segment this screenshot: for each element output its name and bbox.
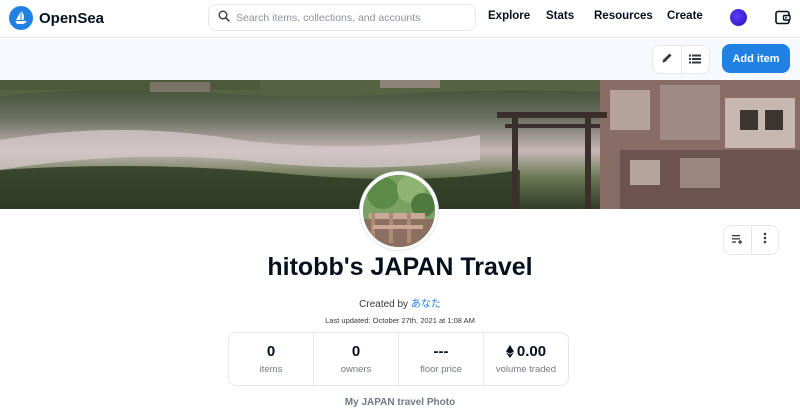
nav-explore[interactable]: Explore bbox=[488, 10, 530, 22]
stat-label: owners bbox=[340, 364, 372, 375]
stat-label: items bbox=[259, 364, 283, 375]
filter-button[interactable] bbox=[724, 226, 751, 254]
stat-floor-price[interactable]: --- floor price bbox=[398, 333, 483, 385]
collection-title: hitobb's JAPAN Travel bbox=[267, 253, 533, 281]
created-by-prefix: Created by bbox=[359, 299, 409, 310]
search-bar[interactable] bbox=[208, 4, 476, 31]
search-icon bbox=[218, 9, 230, 27]
more-vertical-icon bbox=[763, 231, 767, 249]
stat-value: 0 bbox=[351, 343, 361, 360]
stat-volume-traded[interactable]: 0.00 volume traded bbox=[483, 333, 568, 385]
list-icon bbox=[689, 51, 702, 69]
wallet-icon[interactable] bbox=[775, 10, 791, 30]
collection-avatar bbox=[360, 172, 438, 250]
collection-stats: 0 items 0 owners --- floor price 0.00 vo… bbox=[228, 332, 569, 386]
avatar[interactable] bbox=[730, 9, 747, 26]
brand-name: OpenSea bbox=[39, 9, 105, 27]
nav-resources[interactable]: Resources bbox=[594, 10, 653, 22]
stat-value: 0 bbox=[266, 343, 276, 360]
filter-icon bbox=[731, 231, 743, 249]
edit-button[interactable] bbox=[653, 46, 681, 73]
stat-value: --- bbox=[433, 343, 449, 360]
brand-logo[interactable]: OpenSea bbox=[9, 6, 104, 30]
list-view-button[interactable] bbox=[680, 46, 709, 73]
collection-actions bbox=[723, 225, 779, 255]
volume-amount: 0.00 bbox=[516, 343, 547, 360]
pencil-icon bbox=[661, 51, 673, 69]
edit-view-group bbox=[652, 45, 710, 74]
created-by: Created by あなた bbox=[0, 295, 800, 310]
last-updated: Last updated: October 27th, 2021 at 1:08… bbox=[325, 316, 475, 325]
ethereum-icon bbox=[505, 345, 514, 358]
nav-create[interactable]: Create bbox=[667, 10, 703, 22]
nav-stats[interactable]: Stats bbox=[546, 10, 574, 22]
stat-volume-value: 0.00 bbox=[505, 343, 547, 360]
collection-description: My JAPAN travel Photo bbox=[344, 397, 456, 408]
stat-label: volume traded bbox=[495, 364, 557, 375]
stat-label: floor price bbox=[420, 364, 462, 375]
add-item-button[interactable]: Add item bbox=[722, 44, 790, 73]
more-options-button[interactable] bbox=[750, 226, 778, 254]
top-nav: OpenSea Explore Stats Resources Create bbox=[0, 0, 800, 38]
collection-toolbar bbox=[0, 39, 800, 80]
opensea-logo-icon bbox=[9, 6, 33, 30]
search-input[interactable] bbox=[236, 11, 466, 24]
stat-owners[interactable]: 0 owners bbox=[313, 333, 398, 385]
collection-avatar-image bbox=[363, 175, 435, 247]
creator-link[interactable]: あなた bbox=[411, 299, 441, 310]
stat-items[interactable]: 0 items bbox=[229, 333, 313, 385]
